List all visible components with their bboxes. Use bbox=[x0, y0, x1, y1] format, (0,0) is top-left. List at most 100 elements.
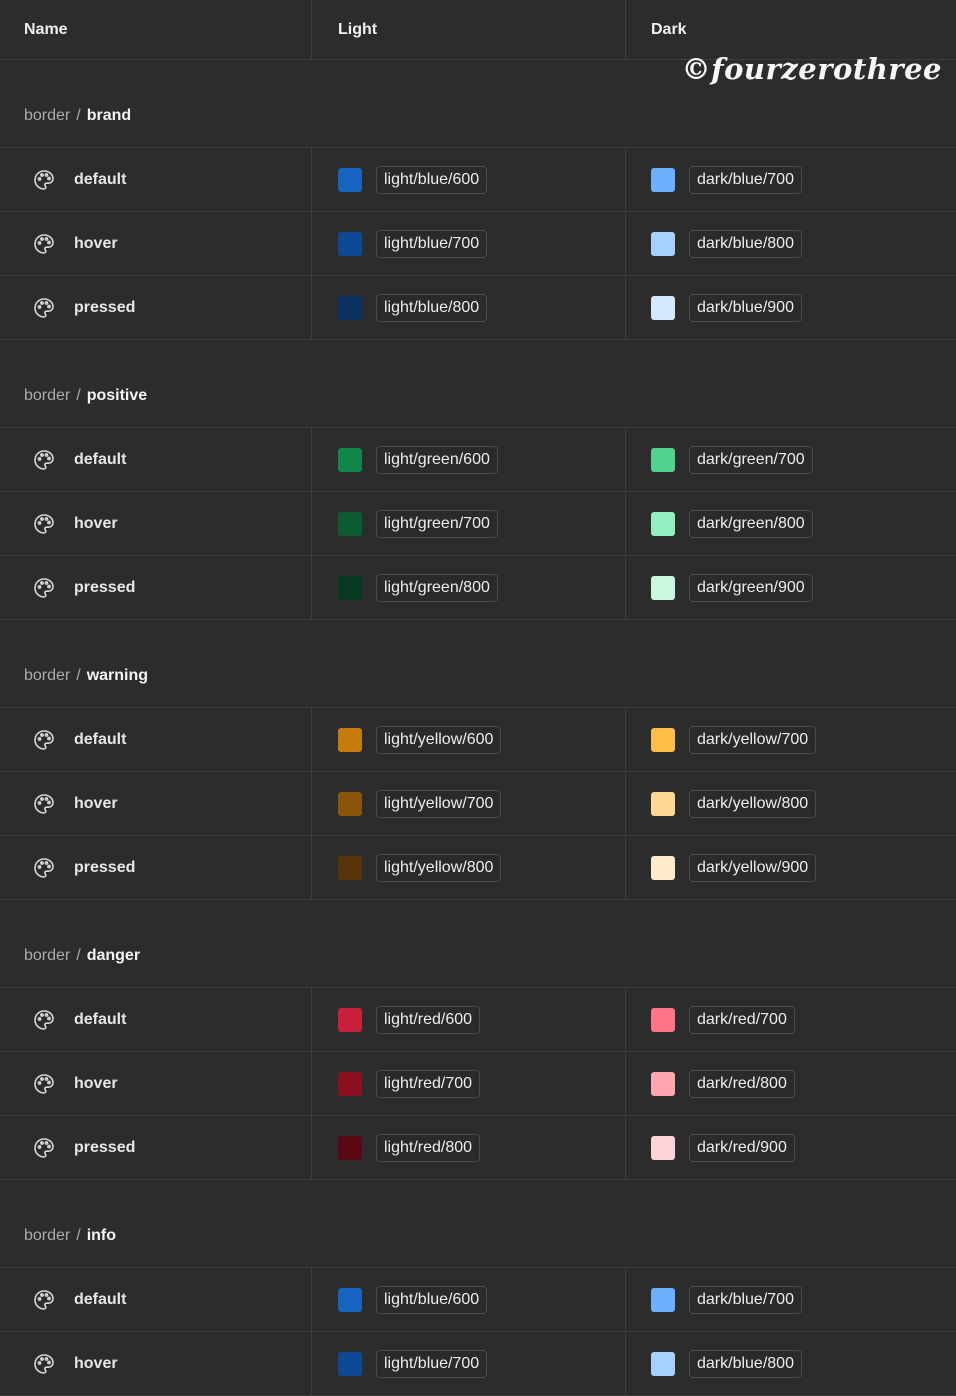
palette-icon bbox=[32, 1352, 74, 1376]
light-color-swatch[interactable] bbox=[338, 727, 362, 752]
dark-token-chip[interactable]: dark/green/700 bbox=[689, 445, 813, 474]
light-token-chip[interactable]: light/blue/600 bbox=[376, 165, 488, 194]
table-row[interactable]: pressed light/yellow/800 dark/yellow/900 bbox=[0, 836, 956, 900]
dark-cell: dark/yellow/800 bbox=[626, 772, 956, 835]
dark-cell: dark/green/800 bbox=[626, 492, 956, 555]
table-row[interactable]: default light/blue/600 dark/blue/700 bbox=[0, 1268, 956, 1332]
dark-color-swatch[interactable] bbox=[651, 447, 675, 472]
dark-cell: dark/blue/800 bbox=[626, 1332, 956, 1395]
light-token-chip[interactable]: light/yellow/700 bbox=[376, 789, 502, 818]
dark-color-swatch[interactable] bbox=[651, 1007, 675, 1032]
dark-token-chip[interactable]: dark/red/900 bbox=[689, 1133, 795, 1162]
dark-token-chip[interactable]: dark/yellow/700 bbox=[689, 725, 817, 754]
light-color-swatch[interactable] bbox=[338, 447, 362, 472]
light-color-swatch[interactable] bbox=[338, 855, 362, 880]
group-prefix: border bbox=[24, 1227, 71, 1244]
light-token-chip[interactable]: light/yellow/600 bbox=[376, 725, 502, 754]
light-color-swatch[interactable] bbox=[338, 1287, 362, 1312]
dark-color-swatch[interactable] bbox=[651, 1135, 675, 1160]
group-name: danger bbox=[86, 947, 141, 964]
name-cell: pressed bbox=[0, 276, 312, 339]
dark-color-swatch[interactable] bbox=[651, 1071, 675, 1096]
table-row[interactable]: hover light/blue/700 dark/blue/800 bbox=[0, 212, 956, 276]
light-color-swatch[interactable] bbox=[338, 511, 362, 536]
table-row[interactable]: pressed light/red/800 dark/red/900 bbox=[0, 1116, 956, 1180]
dark-color-swatch[interactable] bbox=[651, 511, 675, 536]
state-label: default bbox=[74, 1010, 127, 1028]
group-title: border / danger bbox=[0, 900, 956, 988]
light-token-chip[interactable]: light/red/600 bbox=[376, 1005, 481, 1034]
token-table: border / brand default light/blue/600 dark/bl… bbox=[0, 60, 956, 1396]
dark-color-swatch[interactable] bbox=[651, 231, 675, 256]
table-row[interactable]: hover light/green/700 dark/green/800 bbox=[0, 492, 956, 556]
light-token-chip[interactable]: light/green/600 bbox=[376, 445, 498, 474]
dark-token-chip[interactable]: dark/blue/800 bbox=[689, 229, 802, 258]
light-token-chip[interactable]: light/red/800 bbox=[376, 1133, 481, 1162]
name-cell: hover bbox=[0, 1332, 312, 1395]
light-cell: light/yellow/800 bbox=[312, 836, 626, 899]
watermark: ©fourzerothree bbox=[681, 52, 942, 86]
name-cell: default bbox=[0, 708, 312, 771]
dark-color-swatch[interactable] bbox=[651, 1287, 675, 1312]
table-row[interactable]: default light/blue/600 dark/blue/700 bbox=[0, 148, 956, 212]
light-token-chip[interactable]: light/yellow/800 bbox=[376, 853, 502, 882]
light-token-chip[interactable]: light/green/800 bbox=[376, 573, 498, 602]
name-cell: default bbox=[0, 988, 312, 1051]
light-token-chip[interactable]: light/blue/700 bbox=[376, 229, 488, 258]
state-label: hover bbox=[74, 514, 118, 532]
dark-color-swatch[interactable] bbox=[651, 1351, 675, 1376]
light-color-swatch[interactable] bbox=[338, 1071, 362, 1096]
dark-color-swatch[interactable] bbox=[651, 295, 675, 320]
dark-token-chip[interactable]: dark/yellow/800 bbox=[689, 789, 817, 818]
light-token-chip[interactable]: light/blue/700 bbox=[376, 1349, 488, 1378]
group-name: brand bbox=[86, 107, 132, 124]
name-cell: pressed bbox=[0, 836, 312, 899]
name-cell: default bbox=[0, 148, 312, 211]
light-token-chip[interactable]: light/green/700 bbox=[376, 509, 498, 538]
dark-token-chip[interactable]: dark/green/800 bbox=[689, 509, 813, 538]
dark-color-swatch[interactable] bbox=[651, 575, 675, 600]
dark-token-chip[interactable]: dark/yellow/900 bbox=[689, 853, 817, 882]
dark-token-chip[interactable]: dark/blue/800 bbox=[689, 1349, 802, 1378]
light-color-swatch[interactable] bbox=[338, 231, 362, 256]
dark-token-chip[interactable]: dark/blue/700 bbox=[689, 165, 802, 194]
state-label: pressed bbox=[74, 1138, 136, 1156]
dark-color-swatch[interactable] bbox=[651, 727, 675, 752]
dark-token-chip[interactable]: dark/green/900 bbox=[689, 573, 813, 602]
light-color-swatch[interactable] bbox=[338, 1351, 362, 1376]
dark-color-swatch[interactable] bbox=[651, 855, 675, 880]
light-color-swatch[interactable] bbox=[338, 167, 362, 192]
light-cell: light/green/700 bbox=[312, 492, 626, 555]
table-row[interactable]: hover light/blue/700 dark/blue/800 bbox=[0, 1332, 956, 1396]
group-title: border / positive bbox=[0, 340, 956, 428]
state-label: hover bbox=[74, 234, 118, 252]
dark-token-chip[interactable]: dark/red/700 bbox=[689, 1005, 795, 1034]
dark-token-chip[interactable]: dark/blue/900 bbox=[689, 293, 802, 322]
table-row[interactable]: default light/yellow/600 dark/yellow/700 bbox=[0, 708, 956, 772]
table-row[interactable]: hover light/yellow/700 dark/yellow/800 bbox=[0, 772, 956, 836]
dark-cell: dark/red/700 bbox=[626, 988, 956, 1051]
table-row[interactable]: hover light/red/700 dark/red/800 bbox=[0, 1052, 956, 1116]
light-token-chip[interactable]: light/blue/800 bbox=[376, 293, 488, 322]
state-label: default bbox=[74, 730, 127, 748]
dark-token-chip[interactable]: dark/blue/700 bbox=[689, 1285, 802, 1314]
table-row[interactable]: default light/red/600 dark/red/700 bbox=[0, 988, 956, 1052]
group-title: border / warning bbox=[0, 620, 956, 708]
state-label: hover bbox=[74, 1074, 118, 1092]
dark-color-swatch[interactable] bbox=[651, 167, 675, 192]
name-cell: default bbox=[0, 1268, 312, 1331]
dark-color-swatch[interactable] bbox=[651, 791, 675, 816]
light-token-chip[interactable]: light/red/700 bbox=[376, 1069, 481, 1098]
table-row[interactable]: pressed light/green/800 dark/green/900 bbox=[0, 556, 956, 620]
light-token-chip[interactable]: light/blue/600 bbox=[376, 1285, 488, 1314]
table-row[interactable]: default light/green/600 dark/green/700 bbox=[0, 428, 956, 492]
light-color-swatch[interactable] bbox=[338, 1007, 362, 1032]
palette-icon bbox=[32, 1072, 74, 1096]
light-color-swatch[interactable] bbox=[338, 1135, 362, 1160]
dark-token-chip[interactable]: dark/red/800 bbox=[689, 1069, 795, 1098]
light-color-swatch[interactable] bbox=[338, 791, 362, 816]
light-color-swatch[interactable] bbox=[338, 575, 362, 600]
dark-cell: dark/blue/700 bbox=[626, 1268, 956, 1331]
light-color-swatch[interactable] bbox=[338, 295, 362, 320]
table-row[interactable]: pressed light/blue/800 dark/blue/900 bbox=[0, 276, 956, 340]
